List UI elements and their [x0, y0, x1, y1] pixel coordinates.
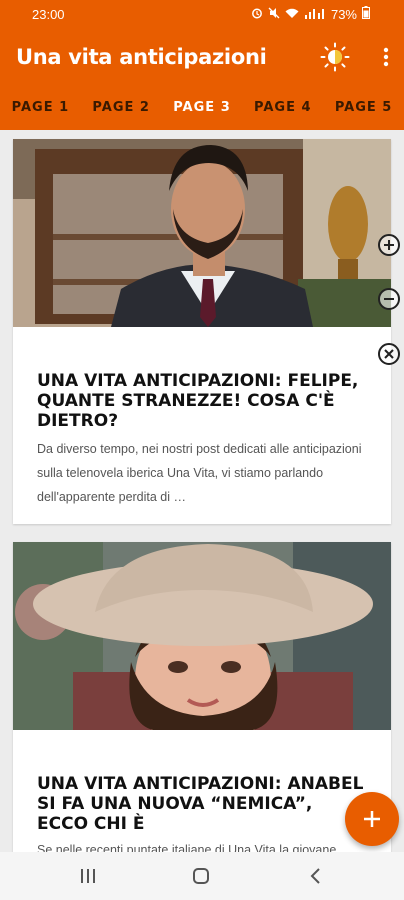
brightness-icon[interactable]	[320, 42, 350, 72]
tab-page-5[interactable]: PAGE 5	[323, 86, 404, 130]
more-options-icon[interactable]	[382, 46, 390, 68]
add-button[interactable]	[345, 792, 399, 846]
home-icon[interactable]	[191, 866, 211, 891]
article-title[interactable]: UNA VITA ANTICIPAZIONI: FELIPE, QUANTE S…	[37, 371, 367, 431]
wifi-icon	[285, 7, 299, 22]
battery-level: 73%	[330, 6, 357, 22]
minus-icon	[384, 298, 394, 300]
plus-icon	[384, 240, 394, 250]
article-title[interactable]: UNA VITA ANTICIPAZIONI: ANABEL SI FA UNA…	[37, 774, 367, 834]
status-bar: 23:00 73%	[0, 0, 404, 30]
system-nav-bar	[0, 852, 404, 900]
alarm-icon	[251, 7, 263, 22]
zoom-out-button[interactable]	[378, 288, 400, 310]
article-card[interactable]: UNA VITA ANTICIPAZIONI: ANABEL SI FA UNA…	[13, 542, 391, 862]
close-icon	[384, 349, 394, 359]
plus-icon	[364, 811, 380, 827]
article-image	[13, 542, 391, 730]
app-bar: Una vita anticipazioni	[0, 30, 404, 86]
tab-page-2[interactable]: PAGE 2	[81, 86, 162, 130]
recents-icon[interactable]	[78, 866, 98, 891]
tab-page-1[interactable]: PAGE 1	[0, 86, 81, 130]
zoom-in-button[interactable]	[378, 234, 400, 256]
tab-page-4[interactable]: PAGE 4	[242, 86, 323, 130]
status-icons: 73%	[251, 6, 370, 22]
back-icon[interactable]	[306, 866, 326, 891]
status-time: 23:00	[32, 7, 65, 22]
article-image	[13, 139, 391, 327]
article-excerpt: Da diverso tempo, nei nostri post dedica…	[37, 442, 362, 504]
tab-bar: PAGE 1 PAGE 2 PAGE 3 PAGE 4 PAGE 5	[0, 86, 404, 130]
app-title: Una vita anticipazioni	[16, 45, 267, 69]
mute-icon	[268, 7, 280, 22]
signal-icon	[304, 7, 326, 22]
close-zoom-button[interactable]	[378, 343, 400, 365]
battery-icon	[362, 6, 370, 22]
article-card[interactable]: UNA VITA ANTICIPAZIONI: FELIPE, QUANTE S…	[13, 139, 391, 524]
tab-page-3[interactable]: PAGE 3	[162, 86, 243, 130]
